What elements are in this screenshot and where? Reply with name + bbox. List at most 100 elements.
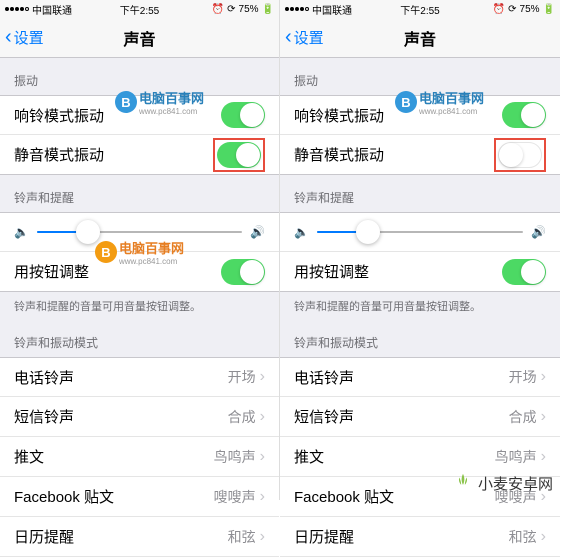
section-header-ringtone: 铃声和提醒 — [0, 175, 279, 212]
toggle-vibrate-on-silent[interactable] — [217, 142, 261, 168]
section-header-patterns: 铃声和振动模式 — [280, 320, 560, 357]
watermark-logo-icon: B — [395, 91, 417, 113]
alarm-icon: ⏰ — [212, 4, 224, 15]
row-change-with-buttons[interactable]: 用按钮调整 — [280, 252, 560, 292]
watermark-logo-icon: B — [95, 241, 117, 263]
cell-label: 静音模式振动 — [14, 144, 104, 165]
back-label: 设置 — [14, 27, 44, 48]
cell-value: 合成 — [509, 407, 537, 427]
cell-value: 开场 — [509, 367, 537, 387]
cell-label: 推文 — [14, 446, 44, 467]
toggle-vibrate-on-silent[interactable] — [498, 142, 542, 168]
watermark-url: www.pc841.com — [419, 107, 484, 116]
status-bar: 中国联通 下午2:55 ⏰ ⟳ 75% 🔋 — [0, 0, 279, 18]
battery-icon: 🔋 — [262, 4, 274, 15]
cell-value: 鸟鸣声 — [495, 447, 537, 467]
cell-value: 和弦 — [509, 527, 537, 547]
carrier-label: 中国联通 — [312, 2, 352, 17]
chevron-left-icon: ‹ — [285, 26, 292, 49]
chevron-right-icon: › — [260, 528, 265, 546]
row-ringtone[interactable]: 电话铃声 开场› — [280, 357, 560, 397]
status-bar: 中国联通 下午2:55 ⏰ ⟳ 75% 🔋 — [280, 0, 560, 18]
watermark-name: 电脑百事网 — [119, 238, 184, 257]
cell-label: 响铃模式振动 — [294, 105, 384, 126]
back-button[interactable]: ‹ 设置 — [5, 26, 44, 49]
chevron-right-icon: › — [260, 448, 265, 466]
row-vibrate-on-silent[interactable]: 静音模式振动 — [280, 135, 560, 175]
time-label: 下午2:55 — [400, 2, 439, 17]
battery-percentage: 75% — [239, 4, 259, 15]
slider-thumb[interactable] — [356, 220, 380, 244]
cell-value: 嗖嗖声 — [214, 487, 256, 507]
battery-icon: 🔋 — [543, 4, 555, 15]
row-ringtone[interactable]: 电话铃声 开场› — [0, 357, 279, 397]
cell-label: 电话铃声 — [14, 367, 74, 388]
cell-label: Facebook 贴文 — [14, 486, 114, 507]
watermark-pc841-top: B 电脑百事网 www.pc841.com — [395, 88, 484, 116]
volume-high-icon: 🔊 — [531, 225, 546, 239]
toggle-change-with-buttons[interactable] — [502, 259, 546, 285]
row-tweet[interactable]: 推文 鸟鸣声› — [280, 437, 560, 477]
alarm-icon: ⏰ — [493, 4, 505, 15]
chevron-right-icon: › — [260, 368, 265, 386]
time-label: 下午2:55 — [120, 2, 159, 17]
toggle-vibrate-on-ring[interactable] — [502, 102, 546, 128]
wheat-icon — [452, 472, 474, 494]
volume-slider[interactable] — [37, 231, 242, 233]
phone-right: 中国联通 下午2:55 ⏰ ⟳ 75% 🔋 ‹ 设置 声音 振动 响铃模式振动 … — [280, 0, 560, 500]
section-header-ringtone: 铃声和提醒 — [280, 175, 560, 212]
cell-value: 合成 — [228, 407, 256, 427]
watermark-xmsigma: 小麦安卓网 — [452, 472, 553, 494]
section-header-patterns: 铃声和振动模式 — [0, 320, 279, 357]
chevron-right-icon: › — [541, 368, 546, 386]
cell-label: 用按钮调整 — [294, 261, 369, 282]
row-vibrate-on-silent[interactable]: 静音模式振动 — [0, 135, 279, 175]
watermark-logo-icon: B — [115, 91, 137, 113]
row-text-tone[interactable]: 短信铃声 合成› — [280, 397, 560, 437]
cell-label: 用按钮调整 — [14, 261, 89, 282]
chevron-left-icon: ‹ — [5, 26, 12, 49]
row-calendar[interactable]: 日历提醒 和弦› — [0, 517, 279, 557]
chevron-right-icon: › — [260, 488, 265, 506]
row-facebook[interactable]: Facebook 贴文 嗖嗖声› — [0, 477, 279, 517]
cell-value: 鸟鸣声 — [214, 447, 256, 467]
toggle-vibrate-on-ring[interactable] — [221, 102, 265, 128]
cell-value: 开场 — [228, 367, 256, 387]
signal-dots-icon — [285, 7, 309, 11]
volume-high-icon: 🔊 — [250, 225, 265, 239]
page-title: 声音 — [123, 26, 155, 50]
volume-low-icon: 🔈 — [294, 225, 309, 239]
cell-label: 日历提醒 — [294, 526, 354, 547]
row-calendar[interactable]: 日历提醒 和弦› — [280, 517, 560, 557]
watermark-name: 电脑百事网 — [419, 88, 484, 107]
comparison-container: 中国联通 下午2:55 ⏰ ⟳ 75% 🔋 ‹ 设置 声音 振动 响铃模式振动 … — [0, 0, 563, 500]
volume-slider-row: 🔈 🔊 — [280, 212, 560, 252]
nav-bar: ‹ 设置 声音 — [280, 18, 560, 58]
cell-value: 和弦 — [228, 527, 256, 547]
chevron-right-icon: › — [541, 528, 546, 546]
nav-bar: ‹ 设置 声音 — [0, 18, 279, 58]
highlight-box — [494, 138, 546, 172]
cell-label: 电话铃声 — [294, 367, 354, 388]
watermark-text: 小麦安卓网 — [478, 473, 553, 494]
highlight-box — [213, 138, 265, 172]
cell-label: 短信铃声 — [14, 406, 74, 427]
back-label: 设置 — [294, 27, 324, 48]
cell-label: 响铃模式振动 — [14, 105, 104, 126]
watermark-name: 电脑百事网 — [139, 88, 204, 107]
watermark-pc841-mid: B 电脑百事网 www.pc841.com — [95, 238, 184, 266]
row-text-tone[interactable]: 短信铃声 合成› — [0, 397, 279, 437]
watermark-url: www.pc841.com — [139, 107, 204, 116]
watermark-pc841-top: B 电脑百事网 www.pc841.com — [115, 88, 204, 116]
carrier-label: 中国联通 — [32, 2, 72, 17]
chevron-right-icon: › — [541, 448, 546, 466]
chevron-right-icon: › — [260, 408, 265, 426]
row-tweet[interactable]: 推文 鸟鸣声› — [0, 437, 279, 477]
page-title: 声音 — [404, 26, 436, 50]
volume-low-icon: 🔈 — [14, 225, 29, 239]
toggle-change-with-buttons[interactable] — [221, 259, 265, 285]
signal-dots-icon — [5, 7, 29, 11]
footer-text: 铃声和提醒的音量可用音量按钮调整。 — [0, 292, 279, 320]
back-button[interactable]: ‹ 设置 — [285, 26, 324, 49]
volume-slider[interactable] — [317, 231, 523, 233]
